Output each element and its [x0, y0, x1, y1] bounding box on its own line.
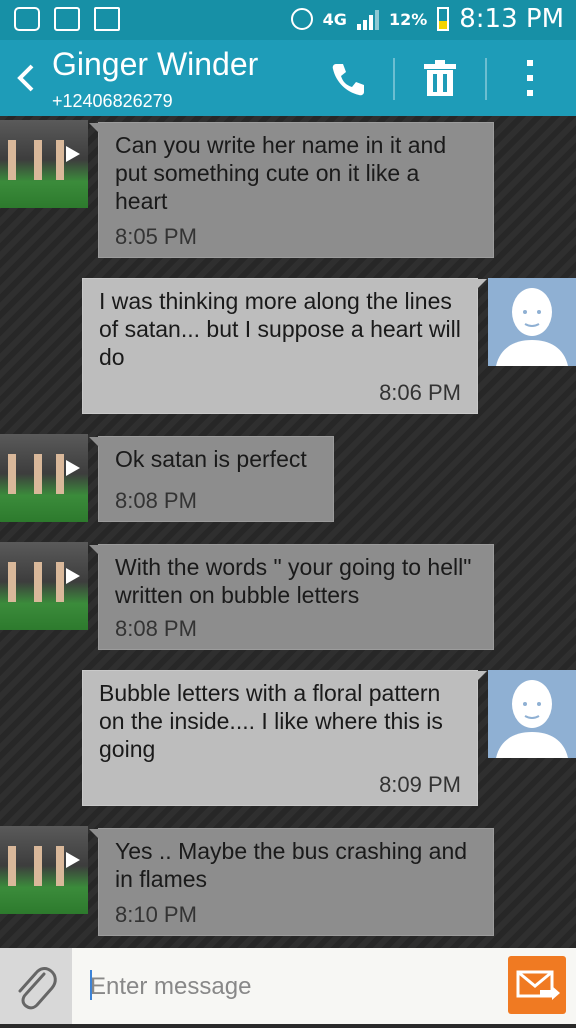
person-icon — [496, 288, 568, 366]
play-icon — [66, 146, 80, 162]
alarm-icon — [290, 8, 313, 30]
conversation-list[interactable]: Can you write her name in it and put som… — [0, 116, 576, 948]
status-bar: 4G 12% 8:13 PM — [0, 0, 576, 40]
battery-charging-icon — [437, 7, 450, 31]
battery-percent: 12% — [388, 9, 428, 29]
message-time: 8:08 PM — [115, 488, 197, 513]
person-icon — [496, 680, 568, 758]
send-button[interactable] — [508, 956, 566, 1014]
mlb-icon — [54, 7, 80, 31]
contact-avatar[interactable] — [0, 434, 88, 522]
more-vert-icon[interactable] — [508, 56, 552, 100]
message-bubble-incoming[interactable]: Can you write her name in it and put som… — [89, 122, 494, 258]
contact-avatar[interactable] — [0, 826, 88, 914]
signal-icon — [356, 8, 379, 30]
message-text: Can you write her name in it and put som… — [115, 132, 447, 214]
play-icon — [66, 852, 80, 868]
message-text: Ok satan is perfect — [115, 446, 307, 472]
my-avatar[interactable] — [488, 278, 576, 366]
action-separator — [485, 58, 487, 100]
contact-number: +12406826279 — [52, 91, 173, 111]
image-mail-icon — [94, 7, 120, 31]
trash-icon[interactable] — [418, 56, 462, 100]
contact-avatar[interactable] — [0, 542, 88, 630]
contact-avatar[interactable] — [0, 120, 88, 208]
message-bubble-outgoing[interactable]: Bubble letters with a floral pattern on … — [82, 670, 487, 806]
message-bubble-incoming[interactable]: Ok satan is perfect 8:08 PM — [89, 436, 334, 522]
message-time: 8:05 PM — [115, 224, 197, 249]
play-icon — [66, 568, 80, 584]
my-avatar[interactable] — [488, 670, 576, 758]
network-type: 4G — [322, 9, 347, 29]
message-time: 8:06 PM — [379, 380, 461, 405]
attach-button[interactable] — [0, 948, 72, 1024]
action-bar: Ginger Winder +12406826279 — [0, 40, 576, 116]
notification-icon — [14, 7, 40, 31]
play-icon — [66, 460, 80, 476]
message-text: I was thinking more along the lines of s… — [99, 288, 461, 370]
action-separator — [393, 58, 395, 100]
compose-bar — [0, 948, 576, 1024]
paperclip-icon — [18, 967, 57, 1010]
contact-name[interactable]: Ginger Winder — [52, 46, 258, 83]
message-text: Yes .. Maybe the bus crashing and in fla… — [115, 838, 468, 892]
status-time: 8:13 PM — [459, 4, 564, 34]
message-bubble-incoming[interactable]: Yes .. Maybe the bus crashing and in fla… — [89, 828, 494, 936]
phone-icon[interactable] — [326, 56, 370, 100]
message-bubble-incoming[interactable]: With the words " your going to hell" wri… — [89, 544, 494, 650]
message-time: 8:09 PM — [379, 772, 461, 797]
message-time: 8:10 PM — [115, 902, 197, 927]
message-time: 8:08 PM — [115, 616, 197, 641]
message-input[interactable] — [88, 968, 492, 1006]
message-text: Bubble letters with a floral pattern on … — [99, 680, 443, 762]
message-bubble-outgoing[interactable]: I was thinking more along the lines of s… — [82, 278, 487, 414]
message-text: With the words " your going to hell" wri… — [115, 554, 472, 608]
back-icon[interactable] — [12, 58, 38, 98]
send-mail-icon — [516, 970, 560, 1000]
